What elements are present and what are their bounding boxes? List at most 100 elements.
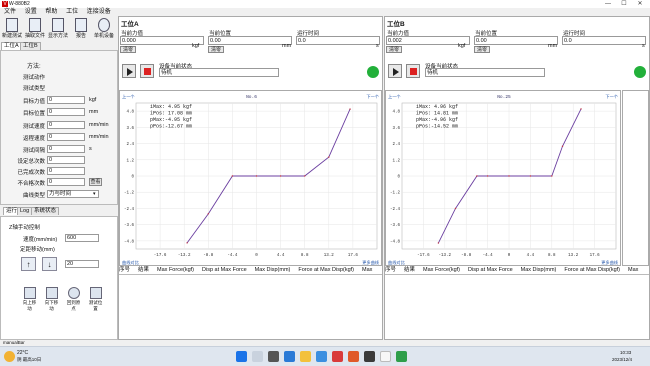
y-tick-label: 4.8 xyxy=(392,111,400,115)
app-icon-settings[interactable] xyxy=(380,351,391,362)
move-distance-input[interactable]: 20 xyxy=(65,260,99,268)
home-button[interactable]: 回到原点 xyxy=(65,287,82,311)
move-down-button[interactable]: 向下移动 xyxy=(43,287,60,311)
target-force-input[interactable]: 0 xyxy=(47,96,85,104)
station-tabs: 工位A 工位B xyxy=(0,42,118,50)
arrow-down-icon: ↓ xyxy=(47,260,52,269)
curve-type-select[interactable]: 力与时间 xyxy=(47,190,99,198)
total-count-input[interactable]: 0 xyxy=(47,156,85,164)
stop-icon xyxy=(410,68,417,75)
chart-compare-link: 曲线对比 xyxy=(122,259,139,266)
station-a-chart: -17.6 -13.2 -8.8 -4.4 0 4.4 8.8 13.2 17.6 -4.8 -3.… xyxy=(119,90,382,266)
tab-log[interactable]: Log xyxy=(17,207,33,215)
station-b-time-value: 0.0 xyxy=(562,36,646,45)
store-icon[interactable] xyxy=(316,351,327,362)
target-position-input[interactable]: 0 xyxy=(47,108,85,116)
folder-icon[interactable] xyxy=(300,351,311,362)
tab-station-a[interactable]: 工位A xyxy=(1,42,22,50)
speed-input[interactable]: 600 xyxy=(65,234,99,242)
station-b-pos-unit: mm xyxy=(548,43,558,49)
app-logo-icon: V xyxy=(2,1,8,7)
menu-settings[interactable]: 设置 xyxy=(25,9,37,15)
station-b-time-unit: s xyxy=(642,43,645,49)
new-test-button[interactable]: 新建测试 xyxy=(1,17,23,42)
form-row-total: 设定总次数 0 xyxy=(1,156,119,165)
station-a-chart-svg: -17.6 -13.2 -8.8 -4.4 0 4.4 8.8 13.2 17.6 -4.8 -3.… xyxy=(122,93,380,266)
interval-input[interactable]: 0 xyxy=(47,145,85,153)
task-view-icon[interactable] xyxy=(268,351,279,362)
open-file-button[interactable]: 抽取文件 xyxy=(24,17,46,42)
close-button[interactable]: ✕ xyxy=(632,0,648,8)
data-point xyxy=(561,145,564,147)
data-point xyxy=(454,207,457,210)
new-test-label: 新建测试 xyxy=(1,33,22,39)
start-icon[interactable] xyxy=(236,351,247,362)
chart-prev-link: 上一个 xyxy=(122,93,135,100)
device-button[interactable]: 单机设备 xyxy=(93,17,115,42)
data-point xyxy=(328,156,330,158)
station-b-title: 工位B xyxy=(387,21,405,28)
menu-help[interactable]: 帮助 xyxy=(45,9,57,15)
col-max-disp: Max Disp(mm) xyxy=(254,267,291,273)
report-button[interactable]: 报告 xyxy=(70,17,92,42)
tab-station-b[interactable]: 工位B xyxy=(20,42,41,50)
x-tick-label: 17.6 xyxy=(590,254,601,258)
col-force-at-max-disp: Force at Max Disp(kgf) xyxy=(298,267,355,273)
x-tick-label: -17.6 xyxy=(417,254,430,258)
method-label: 显示方法 xyxy=(47,33,68,39)
arrow-down-button[interactable]: ↓ xyxy=(42,257,57,271)
move-label: 定距移动(mm) xyxy=(20,247,55,253)
station-a-force-unit: kgf xyxy=(192,43,200,49)
return-speed-input[interactable]: 0 xyxy=(47,133,85,141)
station-a-pos-clear-button[interactable]: 清零 xyxy=(208,46,225,53)
form-row-action: 测试动作 xyxy=(22,75,45,81)
weather-icon[interactable] xyxy=(4,351,15,362)
tab-system-status[interactable]: 系统状态 xyxy=(31,207,60,215)
menu-file[interactable]: 文件 xyxy=(4,9,16,15)
method-button[interactable]: 显示方法 xyxy=(47,17,69,42)
station-a-force-clear-button[interactable]: 清零 xyxy=(120,46,137,53)
y-tick-label: 3.6 xyxy=(392,127,400,131)
new-test-icon xyxy=(6,18,18,32)
x-tick-label: 4.4 xyxy=(527,254,535,258)
search-icon[interactable] xyxy=(252,351,263,362)
arrow-up-button[interactable]: ↑ xyxy=(21,257,36,271)
y-tick-label: 3.6 xyxy=(126,127,134,131)
app-icon-orange[interactable] xyxy=(348,351,359,362)
method-label: 方法: xyxy=(27,64,41,70)
y-tick-label: -2.4 xyxy=(124,208,135,212)
test-speed-input[interactable]: 0 xyxy=(47,121,85,129)
move-up-button[interactable]: 向上移动 xyxy=(21,287,38,311)
data-point xyxy=(551,175,553,177)
chart-title: No.6 xyxy=(246,94,257,100)
menu-station[interactable]: 工位 xyxy=(66,9,78,15)
edge-icon[interactable] xyxy=(284,351,295,362)
app-icon-v[interactable] xyxy=(364,351,375,362)
menu-connect[interactable]: 连接设备 xyxy=(87,9,111,15)
x-tick-label: 4.4 xyxy=(277,254,285,258)
data-point xyxy=(349,108,351,110)
station-a-pos-value: 0.00 xyxy=(208,36,292,45)
station-b-stop-button[interactable] xyxy=(406,64,420,78)
x-tick-label: 13.2 xyxy=(568,254,579,258)
station-b-pos-clear-button[interactable]: 清零 xyxy=(474,46,491,53)
app-icon-green[interactable] xyxy=(396,351,407,362)
app-icon-red[interactable] xyxy=(332,351,343,362)
station-a-stop-button[interactable] xyxy=(140,64,154,78)
station-a-status-value: 待机 xyxy=(159,68,279,77)
view-button[interactable]: 查看 xyxy=(89,178,102,186)
station-b-force-clear-button[interactable]: 清零 xyxy=(386,46,403,53)
toolbar: 新建测试 抽取文件 显示方法 报告 单机设备 xyxy=(0,16,118,42)
data-point xyxy=(437,242,440,244)
test-position-button[interactable]: 测试位置 xyxy=(87,287,104,311)
chart-stat-line: pPos:-14.52 mm xyxy=(416,124,458,130)
station-a-play-button[interactable] xyxy=(122,64,136,78)
y-tick-label: -2.4 xyxy=(390,208,401,212)
report-icon xyxy=(75,18,87,32)
y-tick-label: 0 xyxy=(131,176,134,180)
station-b-play-button[interactable] xyxy=(388,64,402,78)
col-result: 结果 xyxy=(404,267,416,273)
minimize-button[interactable]: — xyxy=(600,0,616,8)
maximize-button[interactable]: ☐ xyxy=(616,0,632,8)
title-bar: V W-880B2 — ☐ ✕ xyxy=(0,0,650,8)
